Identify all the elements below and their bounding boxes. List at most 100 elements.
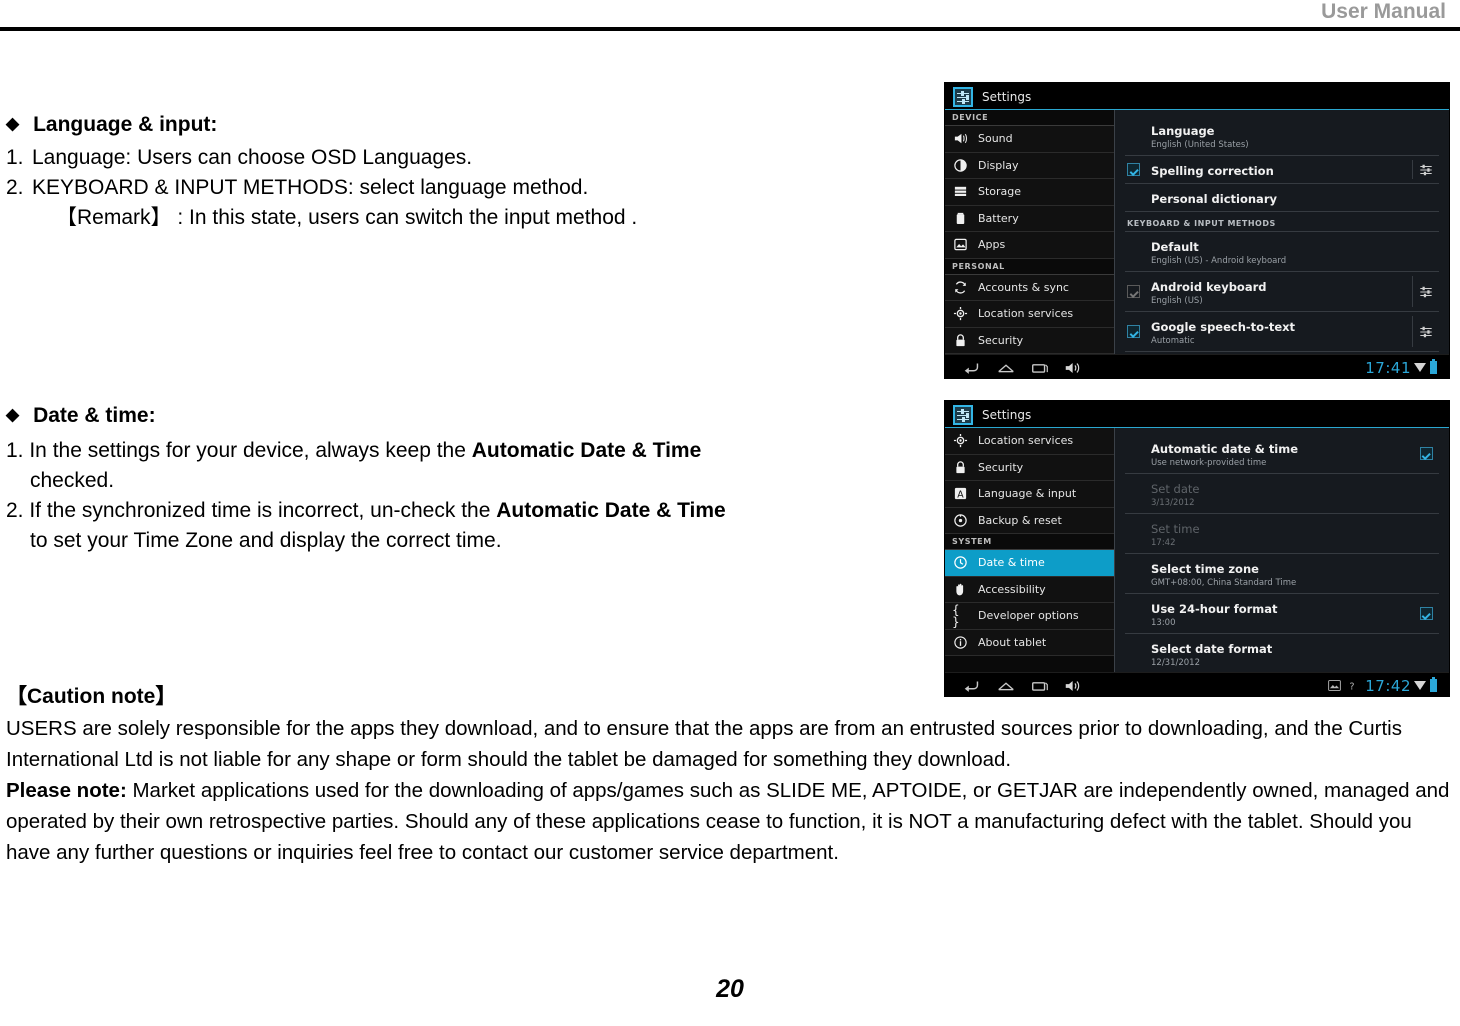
page-header: User Manual bbox=[0, 0, 1460, 26]
detail-row-automatic-date-time[interactable]: Automatic date & time Use network-provid… bbox=[1125, 434, 1439, 474]
spelling-correction-checkbox[interactable] bbox=[1127, 163, 1140, 176]
sidebar-item-language-input[interactable]: A Language & input bbox=[945, 481, 1114, 508]
detail-row-google-speech-to-text[interactable]: Google speech-to-text Automatic bbox=[1125, 312, 1439, 352]
spelling-correction-settings-button[interactable] bbox=[1412, 160, 1439, 179]
home-icon[interactable] bbox=[989, 679, 1023, 693]
header-title: User Manual bbox=[1321, 0, 1446, 23]
settings-icon bbox=[953, 404, 973, 425]
sidebar-item-sound[interactable]: Sound bbox=[945, 126, 1114, 153]
tablet1-titlebar: Settings bbox=[945, 83, 1449, 110]
detail-row-language[interactable]: Language English (United States) bbox=[1125, 116, 1439, 156]
checkbox-placeholder bbox=[1127, 647, 1140, 660]
screenshot-icon bbox=[1325, 680, 1343, 691]
detail-subtitle: English (US) - Android keyboard bbox=[1151, 256, 1287, 266]
sidebar-item-battery[interactable]: Battery bbox=[945, 205, 1114, 232]
sound-icon bbox=[952, 130, 969, 147]
wifi-icon bbox=[1414, 363, 1426, 372]
sidebar-item-label: Sound bbox=[978, 132, 1013, 146]
detail-subtitle: 12/31/2012 bbox=[1151, 658, 1200, 668]
detail-title: Use 24-hour format bbox=[1151, 602, 1278, 616]
checkbox-placeholder bbox=[1127, 607, 1140, 620]
list-text: KEYBOARD & INPUT METHODS: select languag… bbox=[32, 176, 589, 199]
sidebar-item-label: Storage bbox=[978, 185, 1022, 199]
detail-title: Google speech-to-text bbox=[1151, 320, 1296, 334]
language-input-item-2: 2. KEYBOARD & INPUT METHODS: select langu… bbox=[6, 173, 637, 203]
lock-icon bbox=[952, 332, 969, 349]
clock-icon bbox=[952, 554, 969, 571]
list-number: 2. bbox=[6, 176, 24, 199]
detail-title: Set date bbox=[1151, 482, 1200, 496]
sidebar-item-location-services[interactable]: Location services bbox=[945, 428, 1114, 455]
checkbox-placeholder bbox=[1127, 129, 1140, 142]
automatic-date-time-checkbox[interactable] bbox=[1413, 447, 1439, 460]
sidebar-item-label: Location services bbox=[978, 307, 1074, 321]
detail-row-default-keyboard[interactable]: Default English (US) - Android keyboard bbox=[1125, 232, 1439, 272]
settings-icon bbox=[953, 86, 973, 107]
detail-row-select-date-format[interactable]: Select date format 12/31/2012 bbox=[1125, 634, 1439, 672]
heading-colon: : bbox=[210, 113, 218, 136]
sidebar-item-security[interactable]: Security bbox=[945, 327, 1114, 354]
detail-row-set-time: Set time 17:42 bbox=[1125, 514, 1439, 554]
sidebar-item-accessibility[interactable]: Accessibility bbox=[945, 576, 1114, 603]
sidebar-item-label: Security bbox=[978, 460, 1024, 474]
tablet1-navbar: 17:41 bbox=[945, 354, 1449, 378]
section-date-time: ◆ Date & time: 1. In the settings for you… bbox=[6, 404, 726, 556]
date-time-item-1: 1. In the settings for your device, alwa… bbox=[6, 436, 726, 466]
sidebar-item-security[interactable]: Security bbox=[945, 454, 1114, 481]
battery-icon bbox=[952, 210, 969, 227]
svg-text:A: A bbox=[957, 490, 964, 501]
sidebar-item-label: About tablet bbox=[978, 635, 1047, 649]
tablet1-detail-pane: Language English (United States) Spellin… bbox=[1114, 110, 1449, 354]
sidebar-item-display[interactable]: Display bbox=[945, 152, 1114, 179]
sidebar-item-label: Security bbox=[978, 333, 1024, 347]
back-icon[interactable] bbox=[955, 361, 989, 375]
lock-icon bbox=[952, 459, 969, 476]
detail-row-personal-dictionary[interactable]: Personal dictionary bbox=[1125, 184, 1439, 212]
back-icon[interactable] bbox=[955, 679, 989, 693]
detail-row-android-keyboard[interactable]: Android keyboard English (US) bbox=[1125, 272, 1439, 312]
sidebar-item-label: Location services bbox=[978, 434, 1074, 448]
sidebar-item-date-time[interactable]: Date & time bbox=[945, 550, 1114, 577]
heading-colon: : bbox=[148, 404, 156, 427]
tablet1-sidebar[interactable]: DEVICE Sound Display Storage Battery App… bbox=[945, 110, 1114, 354]
detail-subtitle: English (US) bbox=[1151, 296, 1203, 306]
recents-icon[interactable] bbox=[1023, 361, 1057, 375]
sidebar-item-location-services[interactable]: Location services bbox=[945, 301, 1114, 328]
detail-row-spelling-correction[interactable]: Spelling correction bbox=[1125, 156, 1439, 184]
status-clock: 17:41 bbox=[1365, 358, 1411, 377]
detail-subtitle: 13:00 bbox=[1151, 618, 1176, 628]
detail-subtitle: Use network-provided time bbox=[1151, 458, 1267, 468]
sidebar-item-accounts-sync[interactable]: Accounts & sync bbox=[945, 274, 1114, 301]
wifi-icon bbox=[1414, 681, 1426, 690]
sidebar-item-developer-options[interactable]: { } Developer options bbox=[945, 603, 1114, 630]
volume-icon[interactable] bbox=[1057, 678, 1091, 694]
language-icon: A bbox=[952, 485, 969, 502]
sidebar-item-about-tablet[interactable]: About tablet bbox=[945, 629, 1114, 656]
please-note-text: Market applications used for the downloa… bbox=[6, 779, 1450, 864]
detail-row-select-time-zone[interactable]: Select time zone GMT+08:00, China Standa… bbox=[1125, 554, 1439, 594]
status-clock: 17:42 bbox=[1365, 676, 1411, 695]
home-icon[interactable] bbox=[989, 361, 1023, 375]
tablet2-sidebar[interactable]: Location services Security A Language & … bbox=[945, 428, 1114, 672]
tablet2-title: Settings bbox=[982, 407, 1032, 422]
apps-icon bbox=[952, 236, 969, 253]
checkbox-box bbox=[1419, 607, 1433, 620]
language-input-remark: 【Remark】 : In this state, users can swit… bbox=[56, 206, 638, 229]
use-24-hour-format-checkbox[interactable] bbox=[1413, 607, 1439, 620]
recents-icon[interactable] bbox=[1023, 679, 1057, 693]
detail-row-use-24-hour-format[interactable]: Use 24-hour format 13:00 bbox=[1125, 594, 1439, 634]
location-icon bbox=[952, 432, 969, 449]
sidebar-item-apps[interactable]: Apps bbox=[945, 232, 1114, 259]
checkbox-placeholder bbox=[1127, 245, 1140, 258]
android-keyboard-checkbox[interactable] bbox=[1127, 285, 1140, 298]
sidebar-item-backup-reset[interactable]: Backup & reset bbox=[945, 507, 1114, 534]
tablet2-titlebar: Settings bbox=[945, 401, 1449, 428]
android-keyboard-settings-button[interactable] bbox=[1412, 276, 1439, 307]
detail-title: Automatic date & time bbox=[1151, 442, 1299, 456]
caution-paragraph-2: Please note: Market applications used fo… bbox=[6, 775, 1454, 868]
google-speech-checkbox[interactable] bbox=[1127, 325, 1140, 338]
sidebar-item-storage[interactable]: Storage bbox=[945, 179, 1114, 206]
date-time-item-1-pre: 1. In the settings for your device, alwa… bbox=[6, 439, 472, 462]
volume-icon[interactable] bbox=[1057, 360, 1091, 376]
google-speech-settings-button[interactable] bbox=[1412, 316, 1439, 347]
